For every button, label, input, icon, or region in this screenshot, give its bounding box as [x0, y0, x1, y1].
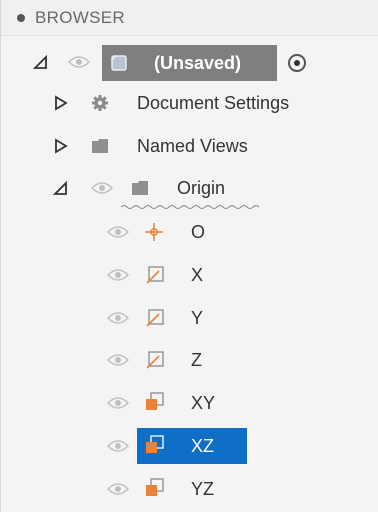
root-label: (Unsaved) [154, 53, 242, 73]
origin-y-label: Y [191, 308, 204, 328]
origin-item-x[interactable]: X [1, 253, 378, 297]
visibility-eye-icon[interactable] [107, 482, 129, 496]
origin-yz-label: YZ [191, 479, 215, 499]
expanded-triangle-icon[interactable] [53, 181, 69, 197]
visibility-eye-icon[interactable] [107, 268, 129, 282]
collapsed-triangle-icon[interactable] [53, 138, 69, 154]
origin-label: Origin [177, 178, 226, 198]
origin-item-z[interactable]: Z [1, 338, 378, 382]
root-component-box[interactable]: (Unsaved) [102, 45, 277, 81]
axis-icon [146, 351, 164, 369]
plane-icon [146, 435, 164, 453]
folder-icon [92, 139, 108, 153]
visibility-eye-icon[interactable] [91, 181, 113, 195]
browser-title: BROWSER [35, 8, 125, 27]
component-icon [111, 55, 127, 71]
plane-icon [146, 478, 164, 496]
document-settings-label: Document Settings [137, 93, 290, 113]
origin-item-yz[interactable]: YZ [1, 467, 378, 511]
tree-root-row[interactable]: (Unsaved) [1, 40, 378, 84]
origin-item-o[interactable]: O [1, 210, 378, 254]
visibility-eye-icon[interactable] [107, 311, 129, 325]
origin-item-y[interactable]: Y [1, 296, 378, 340]
activate-radio-icon[interactable] [288, 54, 306, 72]
axis-icon [146, 266, 164, 284]
browser-panel: BROWSER (Unsaved) Document Settings Name… [0, 0, 378, 512]
expanded-triangle-icon[interactable] [33, 55, 49, 71]
origin-xz-label: XZ [191, 436, 215, 456]
visibility-eye-icon[interactable] [107, 439, 129, 453]
collapse-dot-icon[interactable] [17, 14, 25, 22]
origin-xy-label: XY [191, 393, 216, 413]
tree-item-document-settings[interactable]: Document Settings [1, 81, 378, 125]
visibility-eye-icon[interactable] [68, 55, 90, 69]
visibility-eye-icon[interactable] [107, 353, 129, 367]
collapsed-triangle-icon[interactable] [53, 95, 69, 111]
origin-item-xz[interactable]: XZ [1, 424, 378, 468]
plane-icon [146, 392, 164, 410]
named-views-label: Named Views [137, 136, 248, 156]
origin-x-label: X [191, 265, 204, 285]
browser-header[interactable]: BROWSER [1, 0, 378, 36]
axis-icon [146, 309, 164, 327]
origin-item-xy[interactable]: XY [1, 381, 378, 425]
origin-o-label: O [191, 222, 206, 242]
gear-icon [92, 95, 108, 111]
tree-item-origin[interactable]: Origin [1, 166, 378, 210]
origin-point-icon [145, 223, 163, 241]
folder-icon [132, 181, 148, 195]
origin-z-label: Z [191, 350, 202, 370]
tree-item-named-views[interactable]: Named Views [1, 124, 378, 168]
visibility-eye-icon[interactable] [107, 225, 129, 239]
selection-highlight[interactable]: XZ [137, 428, 247, 464]
visibility-eye-icon[interactable] [107, 396, 129, 410]
